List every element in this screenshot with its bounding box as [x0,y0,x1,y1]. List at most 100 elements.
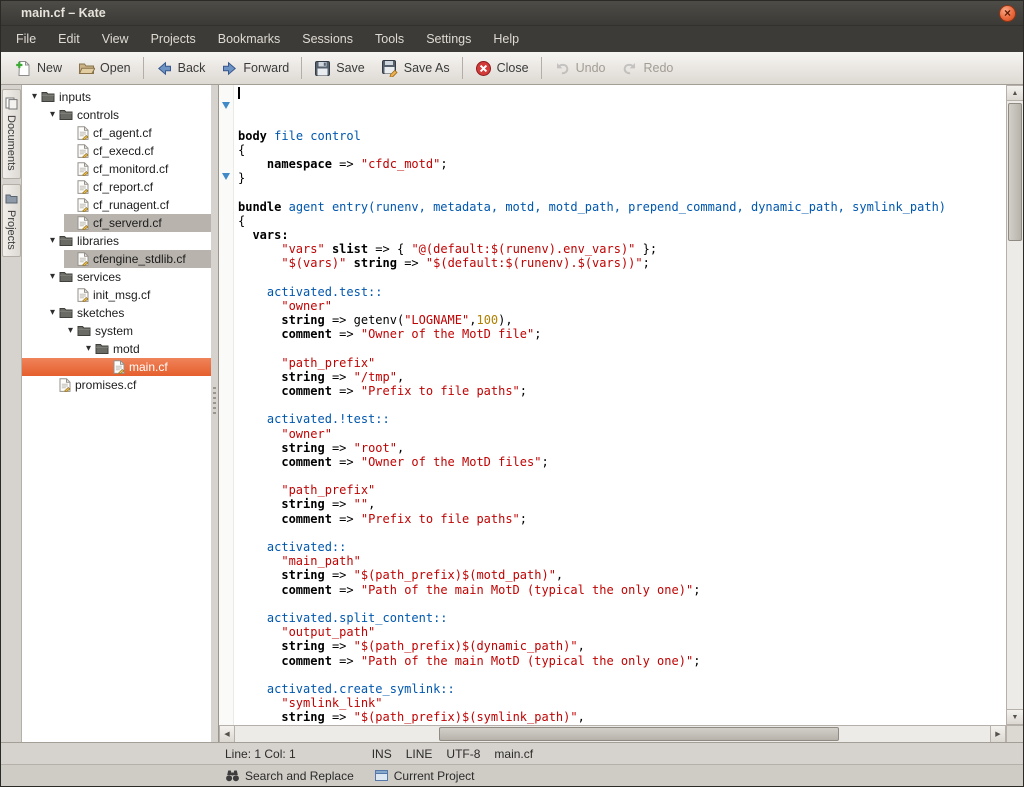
menu-item-view[interactable]: View [91,27,140,51]
code-area[interactable]: body file control{ namespace => "cfdc_mo… [234,85,1006,725]
new-document-icon [15,60,32,77]
scroll-up-button[interactable]: ▲ [1007,85,1023,101]
side-tab-documents[interactable]: Documents [2,89,21,179]
forward-button[interactable]: Forward [213,57,297,80]
documents-icon [5,97,18,110]
toolbar-button-label: Open [100,61,131,75]
vertical-scrollbar[interactable]: ▲ ▼ [1006,85,1023,725]
menu-item-help[interactable]: Help [482,27,530,51]
code-line: string => "$(path_prefix)$(motd_path)", [238,568,1006,582]
tree-item-cf-monitord-cf[interactable]: cf_monitord.cf [22,160,211,178]
tree-item-motd[interactable]: ▾motd [22,340,211,358]
code-line: comment => "Path of the main MotD (typic… [238,583,1006,597]
tree-item-main-cf[interactable]: main.cf [22,358,211,376]
menu-item-projects[interactable]: Projects [140,27,207,51]
close-button[interactable]: Close [467,57,537,80]
menu-item-bookmarks[interactable]: Bookmarks [207,27,292,51]
new-button[interactable]: New [7,57,70,80]
tree-editor-splitter[interactable] [211,85,218,742]
code-line: activated.split_content:: [238,611,1006,625]
open-folder-icon [78,60,95,77]
save-as-button[interactable]: Save As [373,56,458,80]
save-button[interactable]: Save [306,57,373,80]
tree-item-libraries[interactable]: ▾libraries [22,232,211,250]
expander-icon[interactable]: ▾ [46,272,59,282]
tree-item-system[interactable]: ▾system [22,322,211,340]
expander-icon[interactable]: ▾ [46,236,59,246]
redo-icon [621,60,638,77]
scroll-left-button[interactable]: ◀ [219,726,235,742]
expander-icon[interactable]: ▾ [46,308,59,318]
folder-icon [59,109,73,121]
toolbar-button-label: Forward [243,61,289,75]
menu-item-file[interactable]: File [5,27,47,51]
vertical-scrollbar-track[interactable] [1007,101,1023,709]
tree-item-label: main.cf [129,360,168,374]
code-line: activated:: [238,540,1006,554]
tree-item-controls[interactable]: ▾controls [22,106,211,124]
tree-item-cf-report-cf[interactable]: cf_report.cf [22,178,211,196]
undo-button[interactable]: Undo [546,57,614,80]
fold-marker-icon[interactable] [222,102,230,109]
side-tab-projects[interactable]: Projects [2,184,21,258]
statusbar-encoding: UTF-8 [446,747,480,761]
redo-button[interactable]: Redo [613,57,681,80]
tree-item-cf-runagent-cf[interactable]: cf_runagent.cf [22,196,211,214]
tree-item-cf-agent-cf[interactable]: cf_agent.cf [22,124,211,142]
scroll-right-button[interactable]: ▶ [990,726,1006,742]
tree-item-init-msg-cf[interactable]: init_msg.cf [22,286,211,304]
code-line [238,341,1006,355]
scroll-down-button[interactable]: ▼ [1007,709,1023,725]
tree-item-services[interactable]: ▾services [22,268,211,286]
tree-item-cf-execd-cf[interactable]: cf_execd.cf [22,142,211,160]
back-icon [156,60,173,77]
tree-item-label: cf_execd.cf [93,144,154,158]
tree-item-promises-cf[interactable]: promises.cf [22,376,211,394]
tree-item-content: cf_runagent.cf [64,196,211,214]
vertical-scrollbar-thumb[interactable] [1008,103,1022,241]
menu-item-edit[interactable]: Edit [47,27,91,51]
tree-item-content: ▾libraries [46,232,211,250]
current-project-icon [374,768,389,783]
undo-icon [554,60,571,77]
file-icon [59,378,71,392]
code-line [238,668,1006,682]
forward-icon [221,60,238,77]
tree-item-cf-serverd-cf[interactable]: cf_serverd.cf [22,214,211,232]
menu-item-tools[interactable]: Tools [364,27,415,51]
expander-icon[interactable]: ▾ [82,344,95,354]
tree-item-inputs[interactable]: ▾inputs [22,88,211,106]
main-content: Documents Projects ▾inputs▾controlscf_age… [1,85,1023,742]
current-project-toggle[interactable]: Current Project [374,768,475,783]
code-line: { [238,143,1006,157]
horizontal-scrollbar-thumb[interactable] [439,727,839,741]
code-line: "symlink_link" [238,696,1006,710]
back-button[interactable]: Back [148,57,214,80]
horizontal-scrollbar-track[interactable] [235,726,990,742]
file-icon [77,216,89,230]
horizontal-scrollbar[interactable]: ◀ ▶ [219,725,1023,742]
menu-item-sessions[interactable]: Sessions [291,27,364,51]
statusbar: Line: 1 Col: 1 INS LINE UTF-8 main.cf [1,742,1023,764]
search-and-replace-toggle[interactable]: Search and Replace [225,768,354,783]
titlebar[interactable]: main.cf – Kate [1,1,1023,26]
expander-icon[interactable]: ▾ [46,110,59,120]
code-line: activated.test:: [238,285,1006,299]
icon-border [219,85,234,725]
close-window-button[interactable] [999,5,1016,22]
code-line: "main_path" [238,554,1006,568]
menu-item-settings[interactable]: Settings [415,27,482,51]
code-line: string => "root", [238,441,1006,455]
code-line: "output_path" [238,625,1006,639]
code-line: "owner" [238,427,1006,441]
scrollbar-corner [1006,726,1023,742]
tree-item-cfengine-stdlib-cf[interactable]: cfengine_stdlib.cf [22,250,211,268]
fold-marker-icon[interactable] [222,173,230,180]
open-button[interactable]: Open [70,57,139,80]
expander-icon[interactable]: ▾ [64,326,77,336]
code-line: } [238,171,1006,185]
expander-icon[interactable]: ▾ [28,92,41,102]
tree-item-sketches[interactable]: ▾sketches [22,304,211,322]
code-line: comment => "Owner of the MotD file"; [238,327,1006,341]
folder-icon [95,343,109,355]
